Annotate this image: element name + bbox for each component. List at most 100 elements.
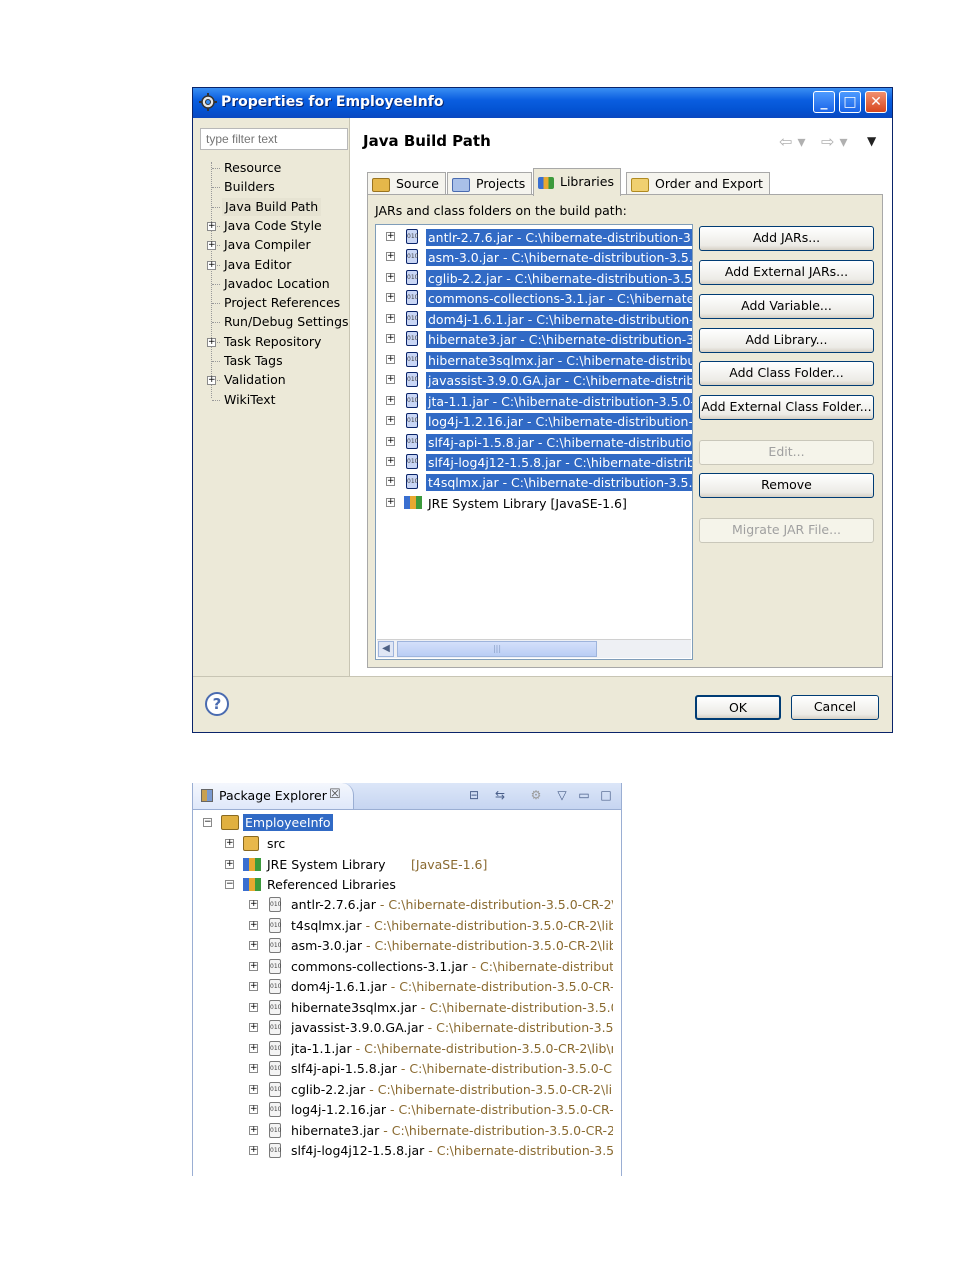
tab-order-and-export[interactable]: Order and Export xyxy=(626,172,770,196)
build-path-jar-list[interactable]: +010 antlr-2.7.6.jar - C:\hibernate-distr… xyxy=(375,224,693,660)
jar-entry[interactable]: +010 slf4j-log4j12-1.5.8.jar - C:\hiberna… xyxy=(376,452,692,472)
nav-item-javadoc-location[interactable]: Javadoc Location xyxy=(224,275,330,293)
jar-entry[interactable]: +010 hibernate3sqlmx.jar - C:\hibernate-d… xyxy=(376,350,692,370)
expand-icon[interactable]: + xyxy=(249,1023,258,1032)
jar-entry[interactable]: +010 t4sqlmx.jar - C:\hibernate-distribut… xyxy=(376,472,692,492)
expand-icon[interactable]: + xyxy=(386,395,395,405)
tab-libraries[interactable]: Libraries xyxy=(533,168,621,196)
nav-item-java-build-path[interactable]: Java Build Path xyxy=(222,197,322,216)
jre-library-entry[interactable]: + JRE System Library [JavaSE-1.6] xyxy=(376,493,692,513)
cancel-button[interactable]: Cancel xyxy=(791,695,879,720)
view-menu-icon[interactable]: ▼ xyxy=(867,134,876,148)
maximize-view-icon[interactable]: □ xyxy=(599,789,613,802)
nav-item-task-repository[interactable]: Task Repository xyxy=(224,333,321,351)
expand-icon[interactable]: + xyxy=(386,334,395,344)
edit-button[interactable]: Edit... xyxy=(699,440,874,465)
expand-icon[interactable]: + xyxy=(249,1002,258,1012)
expand-icon[interactable]: + xyxy=(249,900,258,909)
add-jars-button[interactable]: Add JARs... xyxy=(699,226,874,251)
add-library-button[interactable]: Add Library... xyxy=(699,328,874,353)
back-arrow-icon[interactable]: ⇦ ▾ xyxy=(779,132,806,151)
expand-icon[interactable]: + xyxy=(386,375,395,385)
collapse-all-icon[interactable]: ⊟ xyxy=(467,789,481,802)
jar-entry[interactable]: +010 log4j-1.2.16.jar - C:\hibernate-dist… xyxy=(376,411,692,431)
minimize-button[interactable]: _ xyxy=(813,91,835,113)
collapse-icon[interactable]: − xyxy=(203,818,212,827)
add-external-class-folder-button[interactable]: Add External Class Folder... xyxy=(699,395,874,420)
expand-icon[interactable]: + xyxy=(249,1125,258,1135)
expand-icon[interactable]: + xyxy=(249,941,258,950)
nav-item-project-references[interactable]: Project References xyxy=(224,294,340,312)
nav-item-java-editor[interactable]: Java Editor xyxy=(224,256,291,274)
jar-entry[interactable]: +010 hibernate3.jar - C:\hibernate-distri… xyxy=(376,329,692,349)
expand-icon[interactable]: + xyxy=(386,497,395,507)
expand-icon[interactable]: + xyxy=(249,920,258,930)
migrate-jar-button[interactable]: Migrate JAR File... xyxy=(699,518,874,543)
expand-icon[interactable]: + xyxy=(225,860,234,869)
filter-icon[interactable]: ⚙ xyxy=(529,789,543,802)
expand-icon[interactable]: + xyxy=(249,1064,258,1073)
view-menu-icon[interactable]: ▽ xyxy=(555,789,569,802)
nav-item-java-code-style[interactable]: Java Code Style xyxy=(224,217,322,235)
nav-item-resource[interactable]: Resource xyxy=(224,159,281,177)
expand-icon[interactable]: + xyxy=(386,313,395,323)
add-variable-button[interactable]: Add Variable... xyxy=(699,294,874,319)
jar-entry[interactable]: +010 javassist-3.9.0.GA.jar - C:\hibernat… xyxy=(376,370,692,390)
link-with-editor-icon[interactable]: ⇆ xyxy=(493,789,507,802)
expand-icon[interactable]: + xyxy=(207,376,216,386)
jar-entry[interactable]: +010 slf4j-api-1.5.8.jar - C:\hibernate-d… xyxy=(376,432,692,452)
scroll-left-icon[interactable]: ◀ xyxy=(378,641,394,657)
expand-icon[interactable]: + xyxy=(386,477,395,487)
expand-icon[interactable]: + xyxy=(386,293,395,303)
tab-source[interactable]: Source xyxy=(367,172,446,196)
jar-entry[interactable]: +010 commons-collections-3.1.jar - C:\hib… xyxy=(376,288,692,308)
add-class-folder-button[interactable]: Add Class Folder... xyxy=(699,361,874,386)
jar-entry[interactable]: +010 jta-1.1.jar - C:\hibernate-distribut… xyxy=(376,391,692,411)
tab-projects[interactable]: Projects xyxy=(447,172,533,196)
expand-icon[interactable]: + xyxy=(386,252,395,262)
expand-icon[interactable]: + xyxy=(386,416,395,426)
expand-icon[interactable]: + xyxy=(249,1146,258,1155)
ok-button[interactable]: OK xyxy=(695,695,781,720)
add-external-jars-button[interactable]: Add External JARs... xyxy=(699,260,874,285)
expand-icon[interactable]: + xyxy=(207,241,216,251)
expand-icon[interactable]: + xyxy=(207,260,216,270)
jar-entry[interactable]: +010 asm-3.0.jar - C:\hibernate-distribut… xyxy=(376,247,692,267)
collapse-icon[interactable]: − xyxy=(225,880,234,889)
close-view-icon[interactable]: ☒ xyxy=(329,787,341,802)
package-folder-icon xyxy=(243,836,259,851)
nav-item-task-tags[interactable]: Task Tags xyxy=(224,352,283,370)
jar-entry[interactable]: +010 dom4j-1.6.1.jar - C:\hibernate-distr… xyxy=(376,309,692,329)
nav-item-java-compiler[interactable]: Java Compiler xyxy=(224,236,311,254)
expand-icon[interactable]: + xyxy=(207,221,216,231)
expand-icon[interactable]: + xyxy=(249,961,258,971)
horizontal-scrollbar[interactable]: ◀ ||| xyxy=(377,639,691,658)
filter-input[interactable] xyxy=(200,128,348,150)
jar-entry[interactable]: +010 cglib-2.2.jar - C:\hibernate-distrib… xyxy=(376,268,692,288)
forward-arrow-icon[interactable]: ⇨ ▾ xyxy=(821,132,848,151)
expand-icon[interactable]: + xyxy=(386,436,395,446)
expand-icon[interactable]: + xyxy=(249,1043,258,1053)
expand-icon[interactable]: + xyxy=(225,839,234,848)
expand-icon[interactable]: + xyxy=(386,272,395,282)
expand-icon[interactable]: + xyxy=(386,354,395,364)
title-bar[interactable]: Properties for EmployeeInfo _ □ ✕ xyxy=(193,88,892,118)
help-icon[interactable]: ? xyxy=(205,692,229,716)
scroll-thumb[interactable]: ||| xyxy=(397,641,597,657)
package-explorer-tab[interactable]: Package Explorer ☒ xyxy=(193,783,354,809)
expand-icon[interactable]: + xyxy=(249,982,258,991)
expand-icon[interactable]: + xyxy=(249,1084,258,1094)
expand-icon[interactable]: + xyxy=(249,1105,258,1114)
remove-button[interactable]: Remove xyxy=(699,473,874,498)
expand-icon[interactable]: + xyxy=(386,232,395,241)
jar-entry[interactable]: +010 antlr-2.7.6.jar - C:\hibernate-distr… xyxy=(376,227,692,247)
nav-item-validation[interactable]: Validation xyxy=(224,371,286,389)
nav-item-run-debug-settings[interactable]: Run/Debug Settings xyxy=(224,313,349,331)
nav-item-wikitext[interactable]: WikiText xyxy=(224,391,276,409)
expand-icon[interactable]: + xyxy=(207,337,216,347)
minimize-view-icon[interactable]: ▭ xyxy=(577,789,591,802)
nav-item-builders[interactable]: Builders xyxy=(224,178,275,196)
close-button[interactable]: ✕ xyxy=(865,91,887,113)
maximize-button[interactable]: □ xyxy=(839,91,861,113)
expand-icon[interactable]: + xyxy=(386,456,395,466)
